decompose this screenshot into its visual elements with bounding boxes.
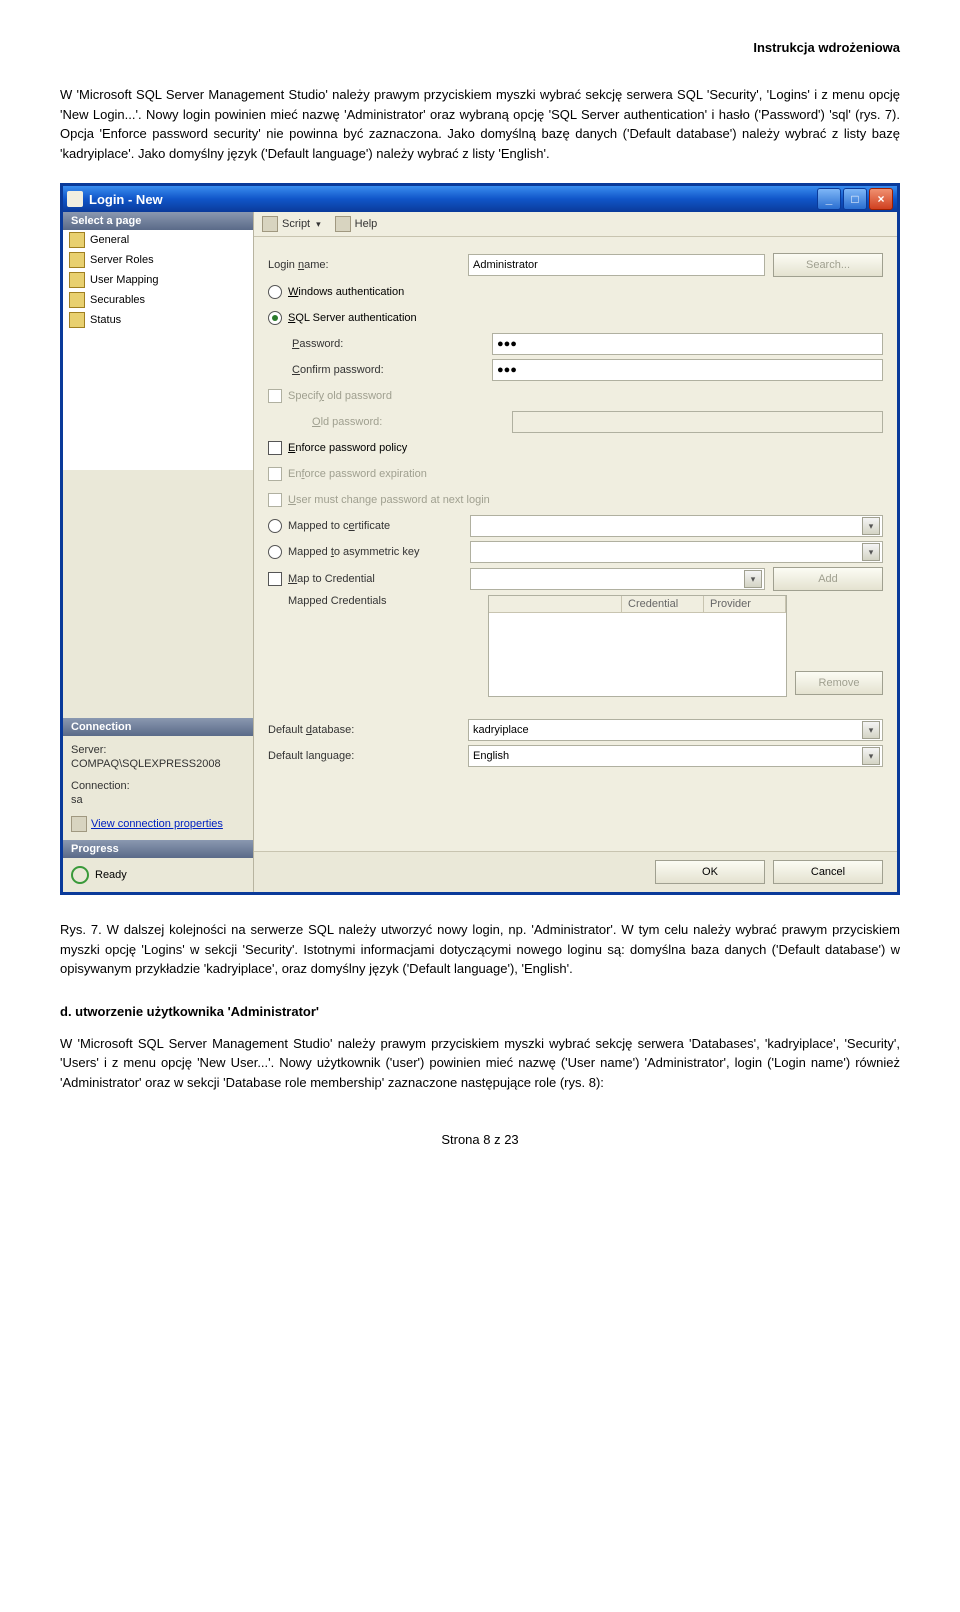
- page-icon: [69, 272, 85, 288]
- enforce-expiration-checkbox: [268, 467, 282, 481]
- sql-auth-radio[interactable]: [268, 311, 282, 325]
- page-icon: [69, 292, 85, 308]
- page-securables[interactable]: Securables: [63, 290, 253, 310]
- script-icon: [262, 216, 278, 232]
- help-label: Help: [355, 218, 378, 230]
- page-label: General: [90, 234, 129, 246]
- script-label: Script: [282, 218, 310, 230]
- page-status[interactable]: Status: [63, 310, 253, 330]
- mapped-asym-select[interactable]: ▾: [470, 541, 883, 563]
- server-label: Server:: [71, 744, 245, 756]
- password-label: Password:: [268, 338, 492, 350]
- password-input[interactable]: ●●●: [492, 333, 883, 355]
- minimize-button[interactable]: _: [817, 188, 841, 210]
- default-database-select[interactable]: kadryiplace▾: [468, 719, 883, 741]
- figure-caption: Rys. 7. W dalszej kolejności na serwerze…: [60, 920, 900, 979]
- old-password-input: [512, 411, 883, 433]
- ok-button[interactable]: OK: [655, 860, 765, 884]
- page-label: User Mapping: [90, 274, 158, 286]
- titlebar: Login - New _ □ ×: [63, 186, 897, 212]
- connection-value: sa: [71, 794, 245, 806]
- paragraph-1: W 'Microsoft SQL Server Management Studi…: [60, 85, 900, 163]
- default-database-value: kadryiplace: [473, 724, 529, 736]
- toolbar: Script Help: [254, 212, 897, 237]
- connection-label: Connection:: [71, 780, 245, 792]
- page-label: Server Roles: [90, 254, 154, 266]
- page-user-mapping[interactable]: User Mapping: [63, 270, 253, 290]
- maximize-button[interactable]: □: [843, 188, 867, 210]
- page-label: Securables: [90, 294, 145, 306]
- confirm-password-input[interactable]: ●●●: [492, 359, 883, 381]
- windows-auth-radio[interactable]: [268, 285, 282, 299]
- specify-old-checkbox: [268, 389, 282, 403]
- map-credential-select[interactable]: ▾: [470, 568, 765, 590]
- page-footer: Strona 8 z 23: [60, 1132, 900, 1147]
- select-page-header: Select a page: [63, 212, 253, 230]
- app-icon: [67, 191, 83, 207]
- default-language-label: Default language:: [268, 750, 468, 762]
- page-icon: [69, 232, 85, 248]
- connection-header: Connection: [63, 718, 253, 736]
- cancel-button[interactable]: Cancel: [773, 860, 883, 884]
- mapped-asym-radio[interactable]: [268, 545, 282, 559]
- cred-col-provider: Provider: [704, 596, 786, 612]
- map-credential-checkbox[interactable]: [268, 572, 282, 586]
- page-server-roles[interactable]: Server Roles: [63, 250, 253, 270]
- add-button[interactable]: Add: [773, 567, 883, 591]
- page-icon: [69, 252, 85, 268]
- credentials-grid: Credential Provider: [488, 595, 787, 697]
- page-icon: [69, 312, 85, 328]
- login-name-label: Login name:: [268, 259, 468, 271]
- login-new-window: Login - New _ □ × Select a page General …: [60, 183, 900, 895]
- map-credential-label: Map to Credential: [288, 573, 470, 585]
- old-password-label: Old password:: [268, 416, 512, 428]
- mapped-cert-radio[interactable]: [268, 519, 282, 533]
- enforce-expiration-label: Enforce password expiration: [288, 468, 427, 480]
- progress-header: Progress: [63, 840, 253, 858]
- ready-icon: [71, 866, 89, 884]
- enforce-policy-label: Enforce password policy: [288, 442, 407, 454]
- cred-col-credential: Credential: [622, 596, 704, 612]
- must-change-label: User must change password at next login: [288, 494, 490, 506]
- page-label: Status: [90, 314, 121, 326]
- specify-old-label: Specify old password: [288, 390, 392, 402]
- must-change-checkbox: [268, 493, 282, 507]
- script-button[interactable]: Script: [262, 216, 321, 232]
- default-language-select[interactable]: English▾: [468, 745, 883, 767]
- left-pane: Select a page General Server Roles User …: [63, 212, 254, 892]
- page-list: General Server Roles User Mapping Secura…: [63, 230, 253, 470]
- default-language-value: English: [473, 750, 509, 762]
- document-header: Instrukcja wdrożeniowa: [60, 40, 900, 55]
- default-database-label: Default database:: [268, 724, 468, 736]
- mapped-cert-label: Mapped to certificate: [288, 520, 470, 532]
- paragraph-3: W 'Microsoft SQL Server Management Studi…: [60, 1034, 900, 1093]
- right-pane: Script Help Login name: Administrator Se…: [254, 212, 897, 892]
- section-d-heading: d. utworzenie użytkownika 'Administrator…: [60, 1004, 900, 1019]
- windows-auth-label: Windows authentication: [288, 286, 404, 298]
- remove-button[interactable]: Remove: [795, 671, 883, 695]
- enforce-policy-checkbox[interactable]: [268, 441, 282, 455]
- mapped-cert-select[interactable]: ▾: [470, 515, 883, 537]
- connection-box: Server: COMPAQ\SQLEXPRESS2008 Connection…: [63, 736, 253, 840]
- view-connection-link[interactable]: View connection properties: [91, 818, 223, 830]
- mapped-asym-label: Mapped to asymmetric key: [288, 546, 470, 558]
- sql-auth-label: SQL Server authentication: [288, 312, 417, 324]
- properties-icon: [71, 816, 87, 832]
- form-area: Login name: Administrator Search... Wind…: [254, 237, 897, 851]
- mapped-credentials-label: Mapped Credentials: [268, 595, 488, 607]
- close-button[interactable]: ×: [869, 188, 893, 210]
- window-title: Login - New: [89, 192, 817, 207]
- help-icon: [335, 216, 351, 232]
- cred-col-empty: [489, 596, 622, 612]
- server-value: COMPAQ\SQLEXPRESS2008: [71, 758, 245, 770]
- help-button[interactable]: Help: [335, 216, 378, 232]
- page-general[interactable]: General: [63, 230, 253, 250]
- bottom-bar: OK Cancel: [254, 851, 897, 892]
- progress-status: Ready: [63, 858, 253, 892]
- login-name-input[interactable]: Administrator: [468, 254, 765, 276]
- ready-label: Ready: [95, 869, 127, 881]
- search-button[interactable]: Search...: [773, 253, 883, 277]
- confirm-password-label: Confirm password:: [268, 364, 492, 376]
